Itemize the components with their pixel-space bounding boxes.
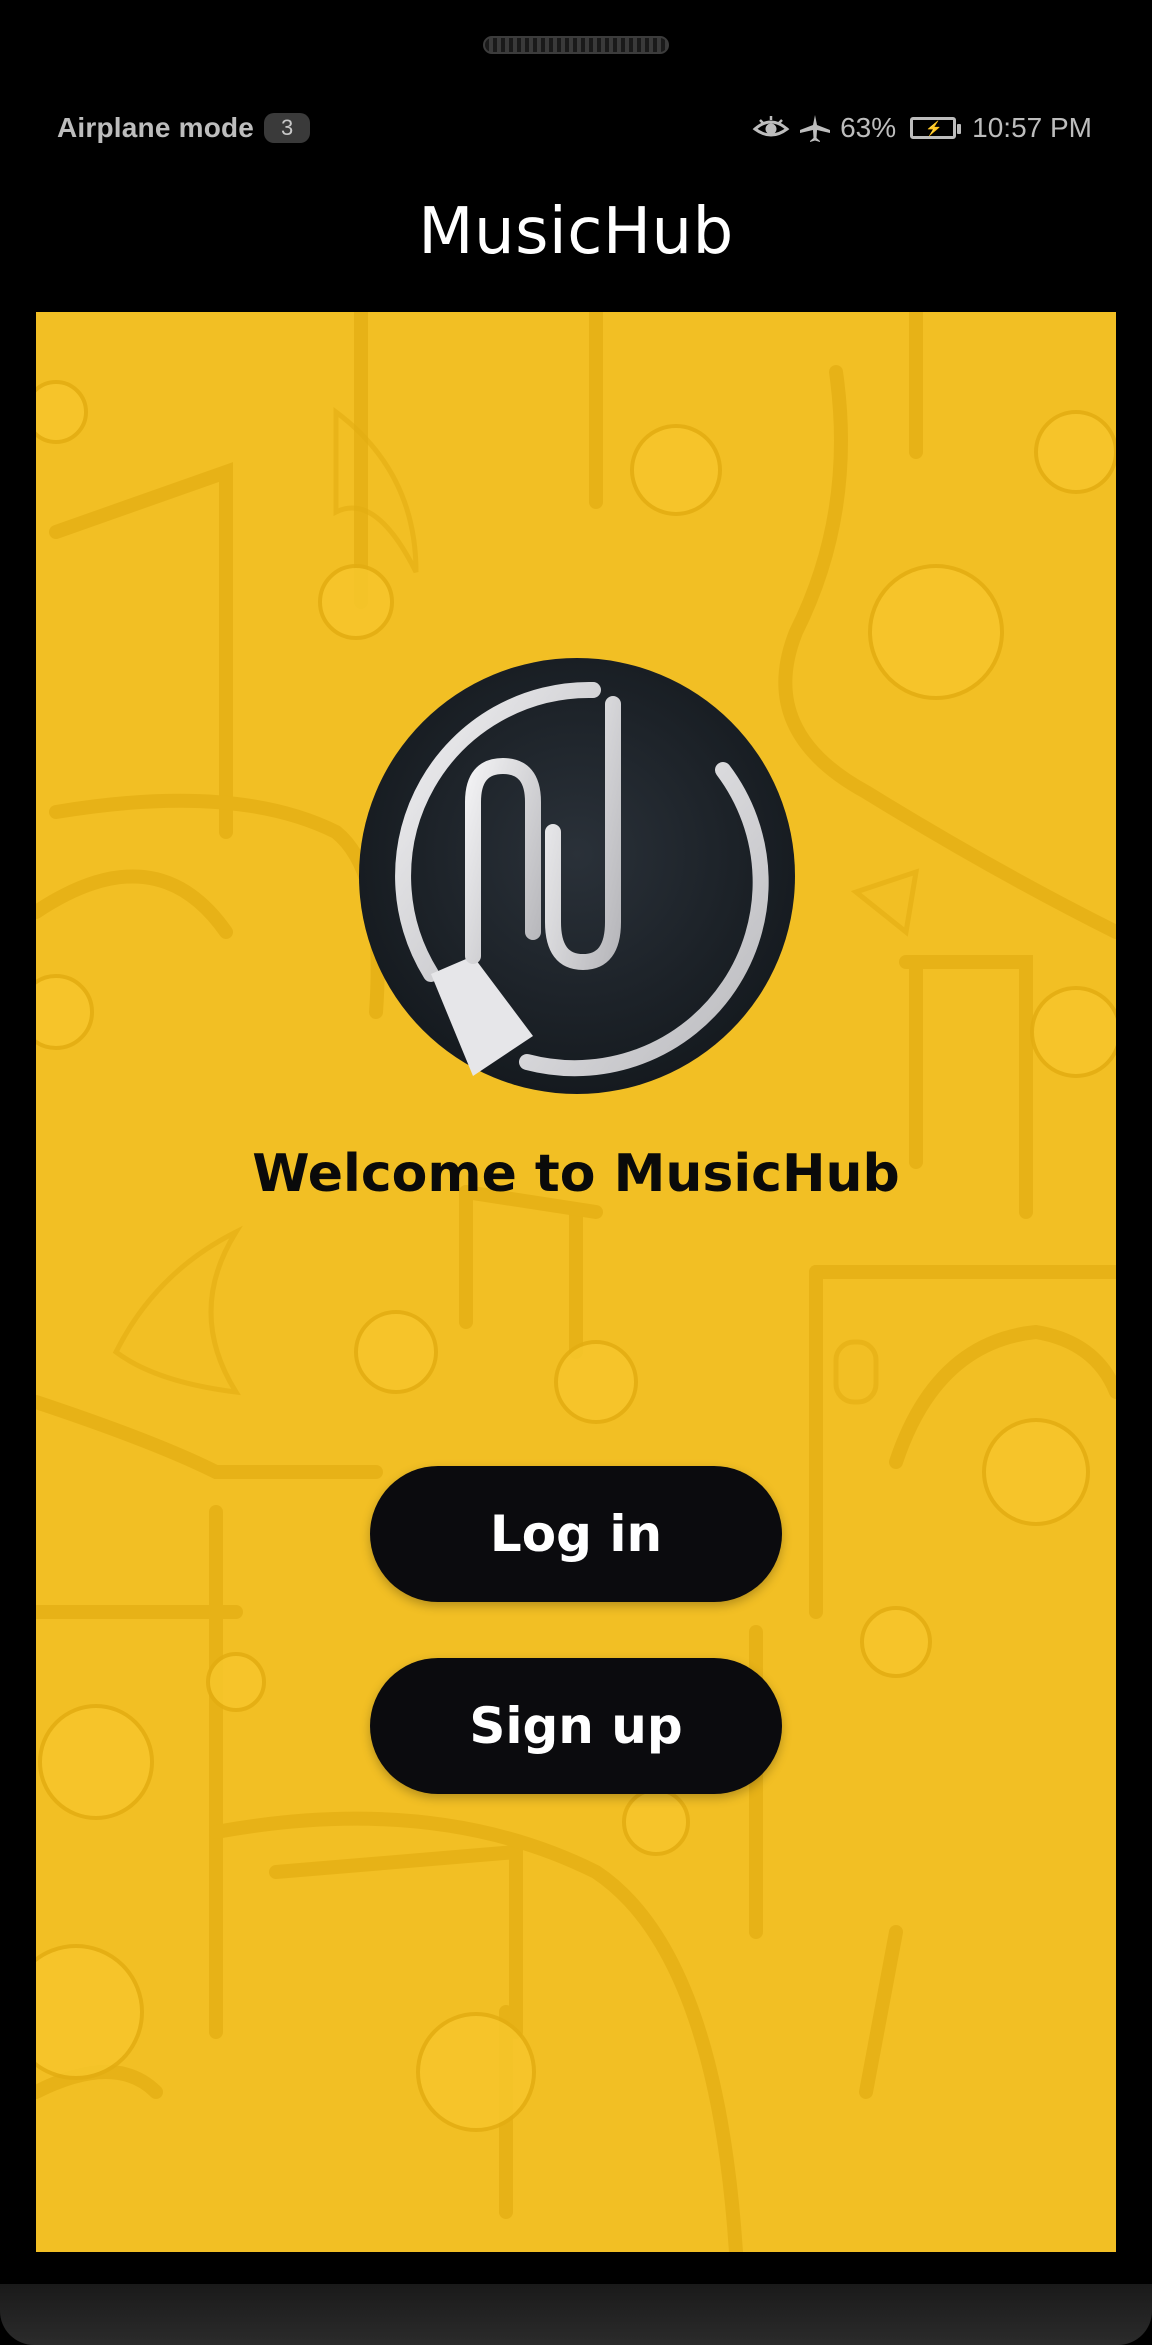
signup-button[interactable]: Sign up	[370, 1658, 782, 1794]
device-bottom-bezel	[0, 2284, 1152, 2345]
status-bar: Airplane mode 3 63% ⚡ 10:57 PM	[0, 100, 1152, 160]
status-left: Airplane mode 3	[57, 112, 311, 144]
app-title: MusicHub	[418, 195, 734, 269]
music-pattern-background	[36, 312, 1116, 2252]
login-button[interactable]: Log in	[370, 1466, 782, 1602]
device-frame: Airplane mode 3 63% ⚡ 10:57 PM MusicHub	[0, 0, 1152, 2345]
battery-percent: 63%	[840, 112, 897, 143]
welcome-screen: Welcome to MusicHub Log in Sign up	[36, 312, 1116, 2252]
speaker-grille	[483, 36, 669, 54]
battery-charging-icon: ⚡	[910, 117, 962, 139]
status-right: 63% ⚡ 10:57 PM	[752, 112, 1092, 144]
welcome-heading: Welcome to MusicHub	[252, 1144, 900, 1204]
musichub-logo	[359, 658, 795, 1094]
clock: 10:57 PM	[972, 112, 1092, 143]
eye-icon	[752, 114, 790, 142]
notification-badge: 3	[264, 113, 311, 143]
airplane-mode-label: Airplane mode	[57, 112, 255, 143]
airplane-icon	[798, 113, 832, 143]
